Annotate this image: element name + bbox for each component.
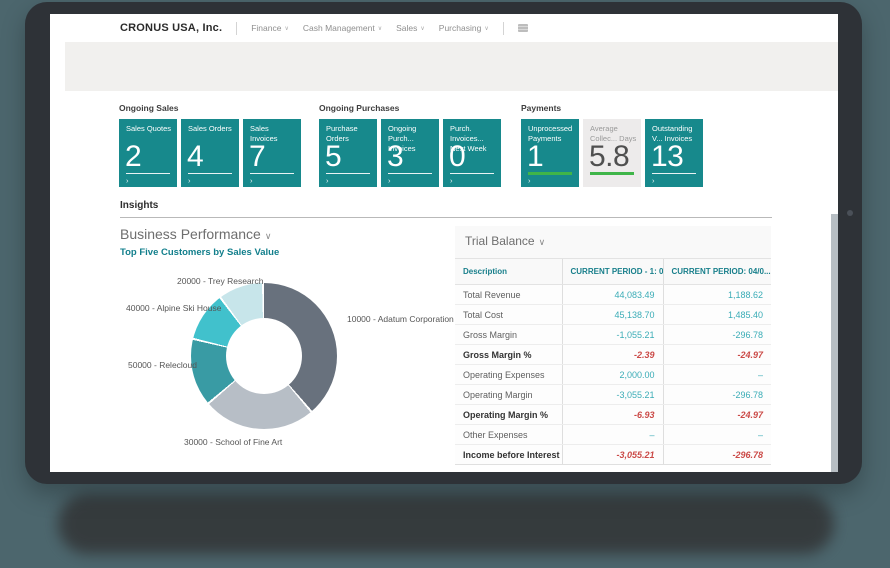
tile-underline — [450, 173, 494, 174]
chart-label-alpine-ski-house: 40000 - Alpine Ski House — [126, 303, 222, 313]
tile-group-ongoing-purchases: Ongoing Purchases Purchase Orders 5 › On… — [319, 103, 501, 187]
table-row: Income before Interest ... -3,055.21 -29… — [455, 444, 771, 465]
chart-label-school-of-fine-art: 30000 - School of Fine Art — [184, 437, 283, 447]
table-row: Operating Expenses 2,000.00 – — [455, 364, 771, 385]
table-row: Total Revenue 44,083.49 1,188.62 — [455, 284, 771, 305]
tile-group-payments: Payments Unprocessed Payments 1 › Averag… — [521, 103, 703, 187]
tile-sales-quotes[interactable]: Sales Quotes 2 › — [119, 119, 177, 187]
trial-balance-selector[interactable]: Trial Balance ∨ — [455, 226, 771, 248]
camera-dot — [847, 210, 853, 216]
chart-label-adatum: 10000 - Adatum Corporation — [347, 314, 454, 324]
group-title: Payments — [521, 103, 562, 113]
vertical-scrollbar-thumb[interactable] — [831, 214, 838, 472]
hero-band — [65, 42, 838, 91]
chevron-right-icon: › — [188, 176, 191, 185]
table-row: Gross Margin -1,055.21 -296.78 — [455, 324, 771, 345]
col-header-current-period[interactable]: CURRENT PERIOD: 04/0... — [662, 258, 771, 285]
top-navbar: CRONUS USA, Inc. Finance ∨ Cash Managemen… — [50, 14, 838, 42]
app-screen: CRONUS USA, Inc. Finance ∨ Cash Managemen… — [50, 14, 838, 472]
chevron-down-icon: ∨ — [264, 231, 272, 241]
nav-divider — [236, 21, 238, 35]
trial-balance-panel: Trial Balance ∨ Description CURRENT PERIO… — [455, 226, 771, 465]
chevron-down-icon: ∨ — [377, 26, 383, 32]
tile-group-ongoing-sales: Ongoing Sales Sales Quotes 2 › Sales Ord… — [119, 103, 301, 187]
chevron-right-icon: › — [450, 176, 453, 185]
tile-unprocessed-payments[interactable]: Unprocessed Payments 1 › — [521, 119, 579, 187]
nav-item-purchasing[interactable]: Purchasing ∨ — [439, 23, 489, 33]
tile-underline — [250, 173, 294, 174]
table-row: Operating Margin -3,055.21 -296.78 — [455, 384, 771, 405]
tile-purchase-orders[interactable]: Purchase Orders 5 › — [319, 119, 377, 187]
tile-sales-orders[interactable]: Sales Orders 4 › — [181, 119, 239, 187]
tile-kpi-bar — [528, 172, 572, 175]
table-row: Gross Margin % -2.39 -24.97 — [455, 344, 771, 365]
table-row: Total Cost 45,138.70 1,485.40 — [455, 304, 771, 325]
chevron-right-icon: › — [652, 176, 655, 185]
chevron-right-icon: › — [326, 176, 329, 185]
tile-underline — [188, 173, 232, 174]
table-row: Other Expenses – – — [455, 424, 771, 445]
chart-title: Top Five Customers by Sales Value — [120, 247, 280, 258]
chevron-right-icon: › — [528, 176, 531, 185]
chevron-down-icon: ∨ — [484, 26, 489, 32]
tile-underline — [652, 173, 696, 174]
chevron-down-icon: ∨ — [420, 26, 425, 32]
col-header-current-period-1[interactable]: CURRENT PERIOD - 1: 0... — [561, 258, 663, 285]
group-title: Ongoing Sales — [119, 103, 179, 113]
chart-label-relecloud: 50000 - Relecloud — [128, 360, 197, 370]
company-name: CRONUS USA, Inc. — [120, 22, 223, 34]
tile-kpi-bar — [590, 172, 634, 175]
table-header-row: Description CURRENT PERIOD - 1: 0... CUR… — [455, 258, 771, 285]
tile-outstanding-vendor-invoices[interactable]: Outstanding V... Invoices 13 › — [645, 119, 703, 187]
tile-underline — [388, 173, 432, 174]
chevron-down-icon: ∨ — [538, 237, 546, 247]
group-title: Ongoing Purchases — [319, 103, 400, 113]
nav-item-cash-management[interactable]: Cash Management ∨ — [303, 23, 382, 33]
chevron-right-icon: › — [126, 176, 129, 185]
device-stand-shadow — [58, 494, 834, 554]
chevron-down-icon: ∨ — [284, 26, 289, 32]
business-performance-selector[interactable]: Business Performance ∨ — [120, 226, 271, 242]
insights-divider — [120, 217, 772, 218]
col-header-description[interactable]: Description — [455, 258, 562, 285]
chevron-right-icon: › — [250, 176, 253, 185]
tile-underline — [326, 173, 370, 174]
chevron-right-icon: › — [388, 176, 391, 185]
tablet-frame: CRONUS USA, Inc. Finance ∨ Cash Managemen… — [25, 2, 862, 484]
table-row: Operating Margin % -6.93 -24.97 — [455, 404, 771, 425]
tile-average-collection-days[interactable]: Average Collec... Days 5.8 — [583, 119, 641, 187]
trial-balance-table: Description CURRENT PERIOD - 1: 0... CUR… — [455, 258, 771, 465]
apps-grid-icon[interactable] — [517, 24, 528, 32]
tile-ongoing-purchase-invoices[interactable]: Ongoing Purch... Invoices 3 › — [381, 119, 439, 187]
nav-item-sales[interactable]: Sales ∨ — [396, 23, 425, 33]
nav-item-finance[interactable]: Finance ∨ — [251, 23, 289, 33]
tile-purchase-invoices-next-week[interactable]: Purch. Invoices... Next Week 0 › — [443, 119, 501, 187]
insights-heading: Insights — [120, 200, 159, 211]
tile-underline — [126, 173, 170, 174]
tile-sales-invoices[interactable]: Sales Invoices 7 › — [243, 119, 301, 187]
nav-divider — [502, 21, 504, 35]
chart-label-trey-research: 20000 - Trey Research — [177, 276, 264, 286]
